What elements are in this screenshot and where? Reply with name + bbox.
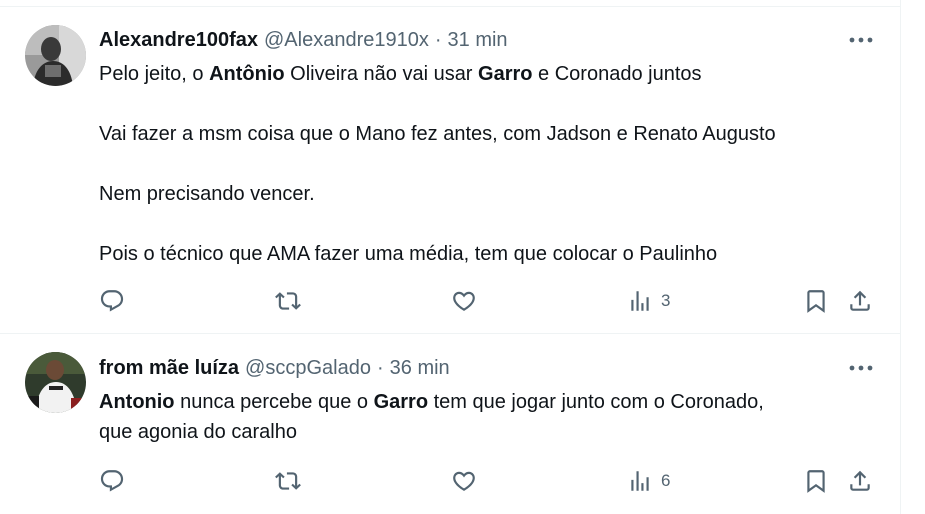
bookmark-icon — [807, 290, 825, 313]
user-handle[interactable]: @sccpGalado — [245, 357, 371, 380]
retweet-icon — [275, 472, 301, 490]
avatar[interactable] — [25, 352, 86, 413]
like-icon — [453, 471, 475, 491]
retweet-button[interactable] — [275, 465, 301, 497]
text-span: Vai fazer a msm coisa que o Mano fez ant… — [99, 123, 776, 145]
tweet-header: from mãe luíza @sccpGalado · 36 min — [99, 354, 450, 382]
like-button[interactable] — [451, 285, 477, 317]
more-button[interactable] — [847, 356, 875, 380]
bookmark-button[interactable] — [803, 465, 829, 497]
tweet-paragraph: Pelo jeito, o Antônio Oliveira não vai u… — [99, 59, 879, 89]
tweet-header: Alexandre100fax @Alexandre1910x · 31 min — [99, 26, 508, 54]
more-icon — [849, 365, 873, 371]
tweet-text: Pelo jeito, o Antônio Oliveira não vai u… — [99, 59, 879, 269]
tweet-line: Antonio nunca percebe que o Garro tem qu… — [99, 387, 879, 417]
separator-dot: · — [434, 28, 442, 51]
avatar[interactable] — [25, 25, 86, 86]
views-count: 6 — [661, 471, 671, 490]
reply-button[interactable] — [99, 465, 125, 497]
views-button[interactable]: 6 — [627, 465, 670, 497]
views-icon — [631, 291, 649, 311]
text-span: e Coronado juntos — [532, 63, 702, 85]
bookmark-button[interactable] — [803, 285, 829, 317]
tweet-paragraph: Vai fazer a msm coisa que o Mano fez ant… — [99, 119, 879, 149]
tweet-actions: 6 — [99, 465, 879, 497]
text-span: Oliveira não vai usar — [284, 63, 479, 85]
text-span: nunca percebe que o — [174, 391, 374, 413]
share-icon — [850, 470, 870, 491]
text-span: tem que jogar junto com o Coronado, — [428, 391, 764, 413]
views-button[interactable]: 3 — [627, 285, 670, 317]
like-icon — [453, 291, 475, 311]
tweet-paragraph: Nem precisando vencer. — [99, 179, 879, 209]
bold-text: Antonio — [99, 391, 175, 413]
retweet-button[interactable] — [275, 285, 301, 317]
user-handle[interactable]: @Alexandre1910x — [264, 29, 429, 52]
tweet[interactable]: Alexandre100fax @Alexandre1910x · 31 min… — [0, 7, 901, 334]
bold-text: Garro — [478, 63, 533, 85]
share-button[interactable] — [847, 285, 873, 317]
reply-icon — [100, 470, 124, 492]
display-name[interactable]: Alexandre100fax — [99, 29, 258, 52]
text-span: que agonia do caralho — [99, 421, 297, 443]
share-button[interactable] — [847, 465, 873, 497]
more-icon — [849, 37, 873, 43]
views-icon — [631, 471, 649, 491]
display-name[interactable]: from mãe luíza — [99, 357, 239, 380]
bold-text: Antônio — [209, 63, 285, 85]
bold-text: Garro — [373, 391, 429, 413]
avatar-image — [25, 352, 86, 413]
text-span: Pois o técnico que AMA fazer uma média, … — [99, 243, 718, 265]
retweet-icon — [275, 292, 301, 310]
separator-dot: · — [376, 356, 384, 379]
reply-icon — [100, 290, 124, 312]
text-span: Nem precisando vencer. — [99, 183, 315, 205]
tweet[interactable]: from mãe luíza @sccpGalado · 36 min Anto… — [0, 335, 901, 514]
timestamp[interactable]: 31 min — [448, 29, 508, 52]
tweet-text: Antonio nunca percebe que o Garro tem qu… — [99, 387, 879, 447]
bookmark-icon — [807, 470, 825, 493]
views-count: 3 — [661, 291, 671, 310]
share-icon — [850, 290, 870, 311]
tweet-actions: 3 — [99, 285, 879, 317]
tweet-paragraph: Pois o técnico que AMA fazer uma média, … — [99, 239, 879, 269]
timeline: Alexandre100fax @Alexandre1910x · 31 min… — [0, 0, 901, 514]
like-button[interactable] — [451, 465, 477, 497]
text-span: Pelo jeito, o — [99, 63, 210, 85]
tweet-line: que agonia do caralho — [99, 417, 879, 447]
avatar-image — [25, 25, 86, 86]
timestamp[interactable]: 36 min — [390, 357, 450, 380]
more-button[interactable] — [847, 28, 875, 52]
reply-button[interactable] — [99, 285, 125, 317]
